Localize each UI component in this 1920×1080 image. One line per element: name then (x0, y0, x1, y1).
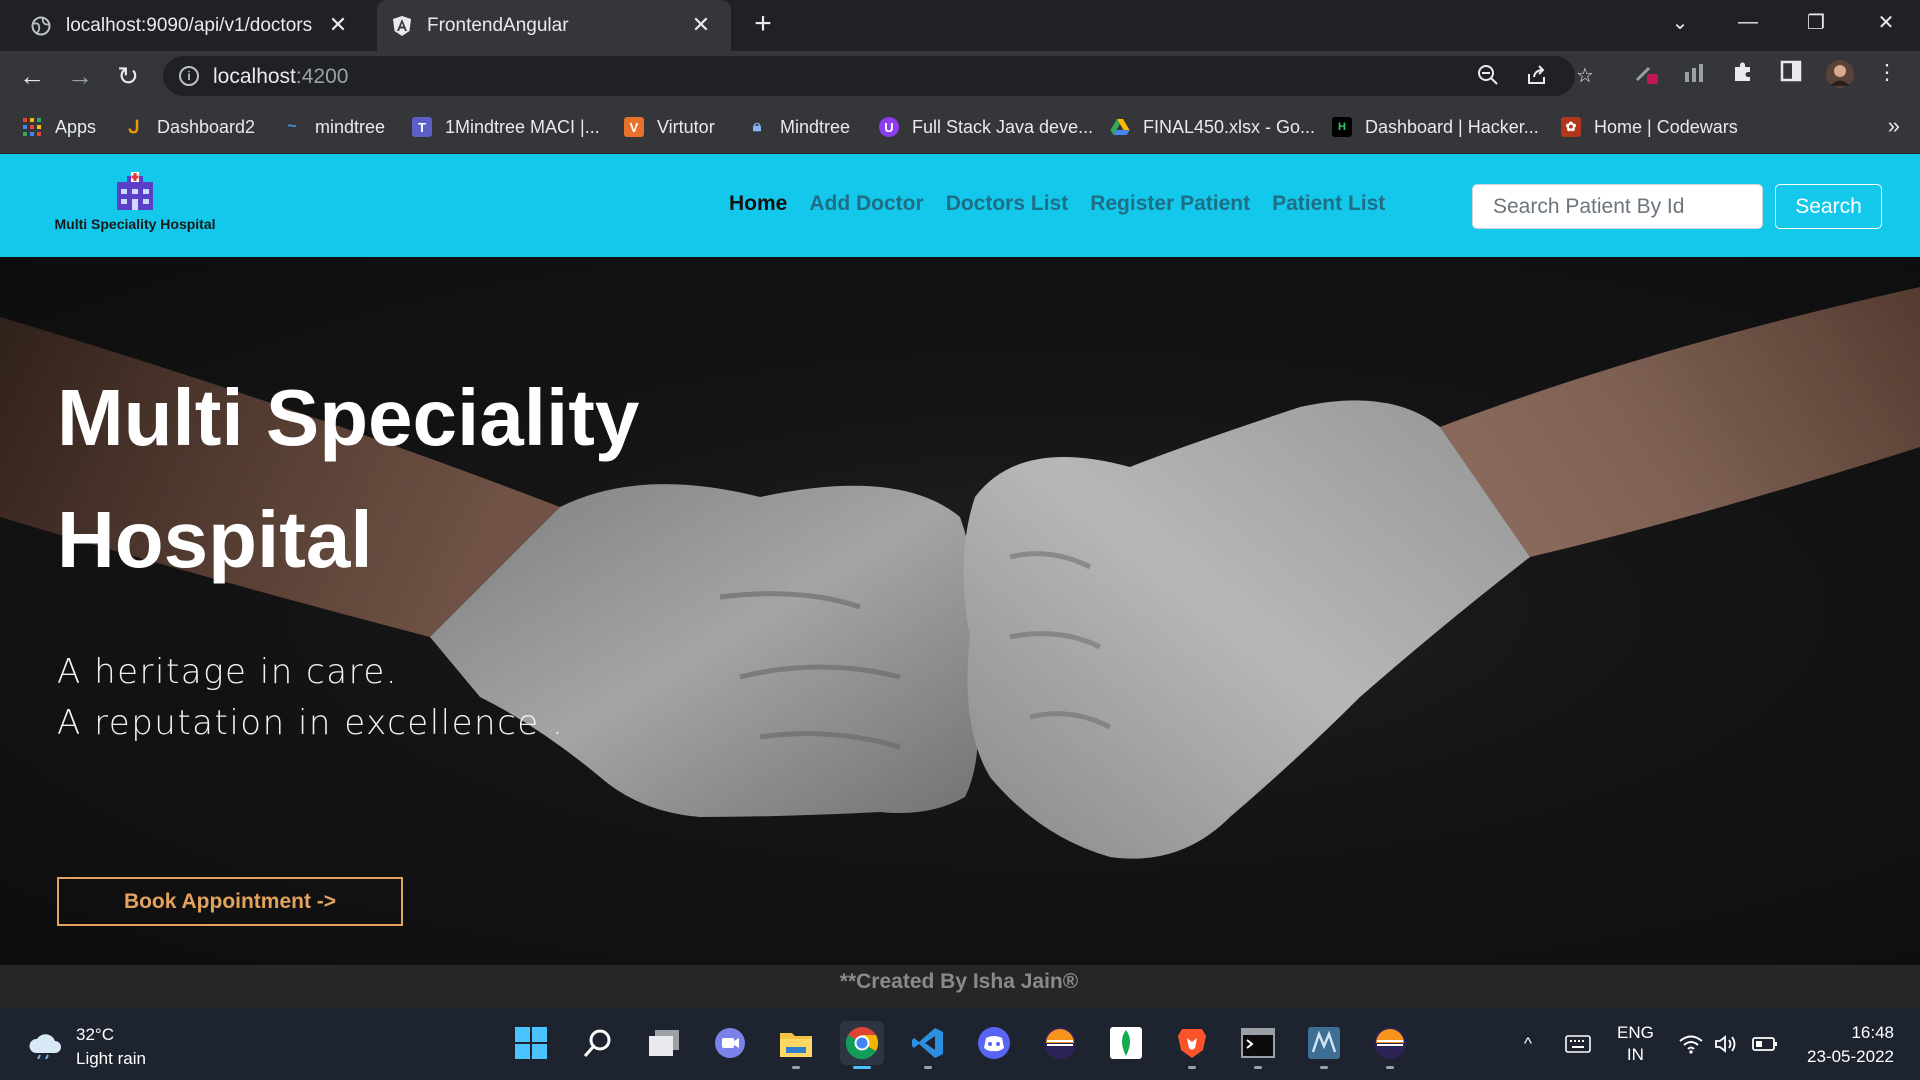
terminal-icon[interactable] (1236, 1021, 1280, 1069)
bookmark-virtutor[interactable]: V Virtutor (624, 115, 715, 139)
nav-add-doctor[interactable]: Add Doctor (809, 192, 923, 216)
share-icon[interactable] (1525, 64, 1549, 88)
close-window-icon[interactable]: ✕ (1856, 0, 1916, 44)
brand[interactable]: Multi Speciality Hospital (50, 172, 220, 232)
mindtree-icon: ~ (287, 118, 297, 135)
keyboard-icon[interactable] (1565, 1007, 1591, 1080)
google-drive-icon (1110, 117, 1130, 137)
eclipse-icon[interactable] (1038, 1021, 1082, 1065)
battery-icon[interactable] (1752, 1007, 1778, 1080)
profile-avatar[interactable] (1825, 59, 1854, 88)
tab-doctors-api[interactable]: localhost:9090/api/v1/doctors ✕ (30, 0, 368, 51)
mysql-workbench-icon[interactable] (1302, 1021, 1346, 1069)
search-icon[interactable] (576, 1021, 620, 1065)
close-tab-icon[interactable]: ✕ (326, 13, 350, 37)
tab-title: localhost:9090/api/v1/doctors (66, 14, 313, 36)
volume-icon[interactable] (1714, 1007, 1740, 1080)
main-nav: Home Add Doctor Doctors List Register Pa… (729, 192, 1385, 216)
vscode-icon[interactable] (906, 1021, 950, 1069)
app-navbar: Multi Speciality Hospital Home Add Docto… (0, 154, 1920, 257)
show-hidden-icons-chevron[interactable]: ^ (1524, 1007, 1532, 1080)
bookmark-final450[interactable]: FINAL450.xlsx - Go... (1110, 115, 1315, 139)
person-icon: ᒍ (128, 116, 140, 137)
system-clock[interactable]: 16:48 23-05-2022 (1807, 1021, 1894, 1069)
book-appointment-button[interactable]: Book Appointment -> (57, 877, 403, 926)
chrome-icon[interactable] (840, 1021, 884, 1069)
angular-icon (391, 15, 413, 37)
file-explorer-icon[interactable] (774, 1021, 818, 1069)
search-button[interactable]: Search (1775, 184, 1882, 229)
bookmark-mindtree[interactable]: ~ mindtree (282, 115, 385, 139)
task-view-icon[interactable] (642, 1021, 686, 1065)
hospital-icon (115, 172, 155, 210)
mongodb-icon[interactable] (1104, 1021, 1148, 1065)
wifi-icon[interactable] (1678, 1007, 1704, 1080)
lock-icon: 🔒︎ (752, 118, 762, 135)
minimize-icon[interactable]: — (1718, 0, 1778, 44)
apps-grid-icon (22, 117, 42, 137)
menu-kebab-icon[interactable]: ⋮ (1874, 60, 1900, 86)
extension-pen-icon[interactable] (1634, 60, 1660, 86)
address-bar[interactable]: i localhost:4200 ☆ (163, 56, 1594, 96)
cloud-rain-icon (28, 1031, 62, 1064)
page-footer: **Created By Isha Jain® (0, 965, 1920, 1007)
more-bookmarks-icon[interactable]: » (1888, 113, 1900, 139)
bookmark-dashboard2[interactable]: ᒍ Dashboard2 (124, 115, 255, 139)
nav-home[interactable]: Home (729, 192, 787, 216)
language-indicator[interactable]: ENG IN (1617, 1007, 1654, 1080)
hero-section: Multi Speciality Hospital A heritage in … (0, 257, 1920, 965)
back-arrow-icon[interactable]: ← (16, 60, 48, 92)
footer-credit: **Created By Isha Jain® (839, 970, 1079, 993)
teams-chat-icon[interactable] (708, 1021, 752, 1065)
teams-icon: T (412, 117, 432, 137)
extensions-puzzle-icon[interactable] (1730, 60, 1756, 86)
tab-search-chevron-icon[interactable]: ⌄ (1650, 0, 1710, 44)
url-text[interactable]: localhost:4200 (213, 65, 348, 89)
site-info-icon[interactable]: i (179, 66, 199, 86)
codewars-icon: ✿ (1561, 117, 1581, 137)
globe-icon (30, 15, 52, 37)
bookmark-mindtree-maci[interactable]: T 1Mindtree MACI |... (412, 115, 600, 139)
nav-patient-list[interactable]: Patient List (1272, 192, 1385, 216)
bookmark-codewars[interactable]: ✿ Home | Codewars (1561, 115, 1738, 139)
virtutor-icon: V (624, 117, 644, 137)
start-windows-icon[interactable] (509, 1021, 553, 1065)
nav-register-patient[interactable]: Register Patient (1090, 192, 1250, 216)
hero-title: Multi Speciality Hospital (57, 373, 640, 584)
bookmark-full-stack-java[interactable]: U Full Stack Java deve... (879, 115, 1093, 139)
bookmarks-bar: Apps ᒍ Dashboard2 ~ mindtree T 1Mindtree… (0, 101, 1920, 154)
bookmark-hackerrank[interactable]: H Dashboard | Hacker... (1332, 115, 1539, 139)
reload-icon[interactable]: ↻ (112, 60, 144, 92)
hero-tagline-1: A heritage in care. (57, 652, 399, 692)
extension-chart-icon[interactable] (1682, 60, 1708, 86)
bookmark-mindtree-lock[interactable]: 🔒︎ Mindtree (747, 115, 850, 139)
windows-taskbar: 32°C Light rain ^ ENG IN 16:48 23-05-202… (0, 1007, 1920, 1080)
zoom-icon[interactable] (1476, 64, 1500, 88)
side-panel-icon[interactable] (1778, 60, 1804, 86)
udemy-icon: U (879, 117, 899, 137)
clock-time: 16:48 (1851, 1023, 1894, 1042)
browser-toolbar: ← → ↻ i localhost:4200 ☆ ⋮ (0, 51, 1920, 101)
search-patient-input[interactable] (1472, 184, 1763, 229)
forward-arrow-icon[interactable]: → (64, 60, 96, 92)
tab-frontend-angular[interactable]: FrontendAngular ✕ (377, 0, 731, 51)
temperature: 32°C (76, 1025, 114, 1044)
weather-widget[interactable]: 32°C Light rain (28, 1023, 146, 1071)
weather-condition: Light rain (76, 1049, 146, 1068)
clock-date: 23-05-2022 (1807, 1047, 1894, 1066)
tab-title: FrontendAngular (427, 14, 569, 36)
hero-tagline-2: A reputation in excellence . (57, 703, 565, 743)
bookmark-apps[interactable]: Apps (22, 115, 96, 139)
eclipse-ide-icon[interactable] (1368, 1021, 1412, 1069)
restore-icon[interactable]: ❐ (1786, 0, 1846, 44)
close-tab-icon[interactable]: ✕ (689, 13, 713, 37)
nav-doctors-list[interactable]: Doctors List (946, 192, 1069, 216)
brave-icon[interactable] (1170, 1021, 1214, 1069)
new-tab-plus-icon[interactable]: + (748, 9, 778, 40)
discord-icon[interactable] (972, 1021, 1016, 1065)
browser-tab-strip: localhost:9090/api/v1/doctors ✕ Frontend… (0, 0, 1920, 51)
hackerrank-icon: H (1332, 117, 1352, 137)
bookmark-star-icon[interactable]: ☆ (1573, 64, 1597, 88)
brand-name: Multi Speciality Hospital (54, 216, 216, 232)
